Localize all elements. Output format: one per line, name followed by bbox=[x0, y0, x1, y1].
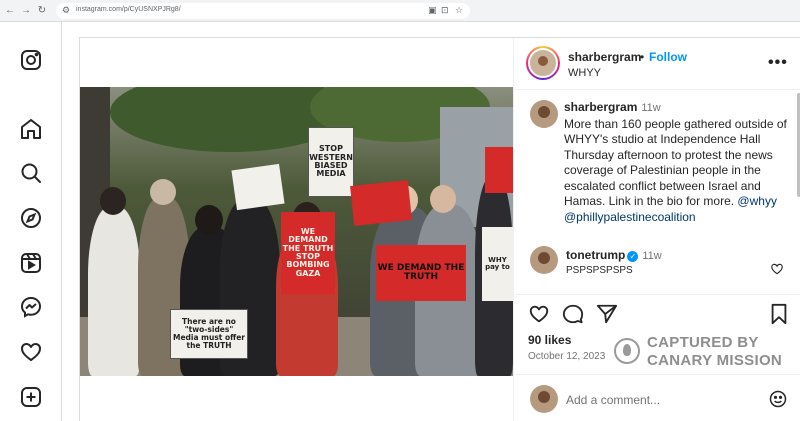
watermark-line1: CAPTURED BY bbox=[647, 334, 759, 351]
post-header: sharbergram • Follow WHYY ••• bbox=[514, 38, 800, 90]
add-comment-bar: Add a comment... bbox=[514, 374, 800, 421]
post-caption: sharbergram 11w More than 160 people gath… bbox=[564, 100, 790, 225]
post-date: October 12, 2023 bbox=[528, 351, 606, 362]
bookmark-star-icon[interactable]: ☆ bbox=[455, 5, 463, 16]
sign-stop-western-media: STOP WESTERN BIASED MEDIA bbox=[308, 127, 354, 197]
watermark-line2: CANARY MISSION bbox=[647, 352, 783, 369]
back-arrow-icon[interactable]: ← bbox=[4, 4, 16, 18]
verified-badge-icon: ✓ bbox=[627, 251, 639, 262]
protester-head bbox=[100, 187, 126, 215]
canary-logo-icon bbox=[614, 338, 640, 364]
reels-icon[interactable] bbox=[19, 251, 43, 275]
sign-why-pay: WHY pay to bbox=[482, 227, 513, 301]
like-heart-icon[interactable] bbox=[528, 303, 550, 325]
address-bar[interactable]: ⚙ instagram.com/p/CyUSNXPJRg8/ ▣ ⊡ ☆ bbox=[56, 3, 470, 19]
follow-button[interactable]: Follow bbox=[649, 50, 687, 64]
reload-icon[interactable]: ↻ bbox=[36, 4, 48, 18]
browser-toolbar: ← → ↻ ⚙ instagram.com/p/CyUSNXPJRg8/ ▣ ⊡… bbox=[0, 0, 800, 22]
emoji-icon[interactable] bbox=[768, 389, 788, 409]
explore-icon[interactable] bbox=[19, 206, 43, 230]
comment-row: tonetrump ✓ 11w PSPSPSPSPS bbox=[566, 248, 662, 279]
instagram-logo-icon[interactable] bbox=[19, 48, 43, 72]
protester-head bbox=[150, 179, 176, 205]
save-bookmark-icon[interactable] bbox=[768, 303, 790, 325]
caption-time: 11w bbox=[641, 102, 661, 114]
comment-like-heart-icon[interactable] bbox=[770, 262, 784, 276]
comment-username[interactable]: tonetrump bbox=[566, 248, 625, 262]
protester-head bbox=[430, 185, 456, 213]
sign-we-demand-truth-stop-bombing: WE DEMAND THE TRUTH STOP BOMBING GAZA bbox=[281, 212, 335, 294]
mention-whyy[interactable]: @whyy bbox=[737, 194, 777, 208]
forward-arrow-icon[interactable]: → bbox=[20, 4, 32, 18]
home-icon[interactable] bbox=[19, 117, 43, 141]
sign-handwritten bbox=[231, 163, 285, 211]
site-info-icon[interactable]: ⚙ bbox=[62, 5, 70, 16]
likes-count[interactable]: 90 likes bbox=[528, 333, 571, 347]
caption-author-avatar[interactable] bbox=[530, 100, 558, 128]
add-comment-input[interactable]: Add a comment... bbox=[566, 393, 660, 407]
author-avatar[interactable] bbox=[526, 46, 560, 80]
search-icon[interactable] bbox=[19, 161, 43, 185]
commenter-avatar[interactable] bbox=[530, 246, 558, 274]
sign-red-blank bbox=[350, 180, 412, 226]
caption-username[interactable]: sharbergram bbox=[564, 100, 637, 114]
left-sidebar bbox=[0, 22, 62, 421]
protester-figure bbox=[88, 207, 140, 376]
url-text: instagram.com/p/CyUSNXPJRg8/ bbox=[76, 6, 181, 13]
canary-mission-watermark: CAPTURED BY CANARY MISSION bbox=[614, 334, 800, 372]
more-options-icon[interactable]: ••• bbox=[768, 54, 788, 72]
post-location[interactable]: WHYY bbox=[568, 67, 601, 79]
heart-icon[interactable] bbox=[19, 340, 43, 364]
translate-icon[interactable]: ▣ bbox=[428, 5, 437, 16]
header-separator: • bbox=[640, 50, 645, 64]
author-username[interactable]: sharbergram bbox=[568, 50, 641, 64]
post-photo[interactable]: STOP WESTERN BIASED MEDIA WE DEMAND THE … bbox=[80, 87, 513, 376]
viewer-avatar bbox=[530, 385, 558, 413]
comment-icon[interactable] bbox=[562, 303, 584, 325]
install-app-icon[interactable]: ⊡ bbox=[441, 5, 449, 16]
create-icon[interactable] bbox=[19, 385, 43, 409]
messenger-icon[interactable] bbox=[19, 295, 43, 319]
comment-text: PSPSPSPSPS bbox=[566, 265, 633, 276]
sign-no-two-sides: There are no "two-sides" Media must offe… bbox=[170, 309, 248, 359]
sign-we-demand-the-truth: WE DEMAND THE TRUTH bbox=[376, 245, 466, 301]
protester-head bbox=[195, 205, 223, 235]
share-icon[interactable] bbox=[596, 303, 618, 325]
sign-red-partial bbox=[485, 147, 513, 193]
comment-time: 11w bbox=[642, 250, 662, 262]
mention-philly-palestine-coalition[interactable]: @phillypalestinecoalition bbox=[564, 210, 696, 224]
